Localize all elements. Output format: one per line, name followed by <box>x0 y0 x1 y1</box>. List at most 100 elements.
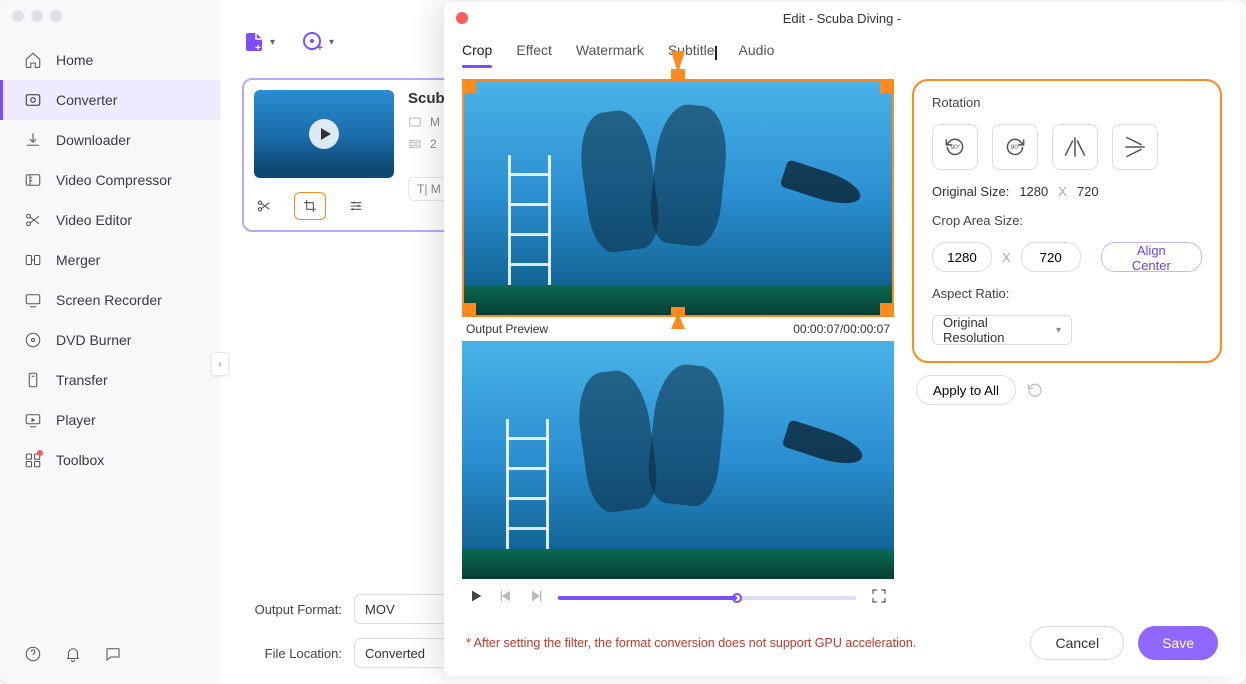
next-frame-button[interactable] <box>528 588 544 607</box>
add-disc-button[interactable]: + ▾ <box>301 30 334 54</box>
play-button[interactable] <box>468 588 484 607</box>
sidebar-item-toolbox[interactable]: Toolbox <box>0 440 220 480</box>
modal-header: Edit - Scuba Diving - <box>444 2 1240 34</box>
crop-arrow-bottom-icon <box>671 313 685 329</box>
sidebar-item-label: Merger <box>56 252 100 268</box>
sidebar-item-merger[interactable]: Merger <box>0 240 220 280</box>
sidebar-item-converter[interactable]: Converter <box>0 80 220 120</box>
help-icon[interactable] <box>24 645 42 666</box>
sidebar-item-dvd[interactable]: DVD Burner <box>0 320 220 360</box>
sidebar-item-label: Converter <box>56 92 117 108</box>
sidebar-item-label: Player <box>56 412 96 428</box>
file-thumbnail[interactable] <box>254 90 394 178</box>
sidebar: Home Converter Downloader Video Compress… <box>0 0 220 684</box>
download-icon <box>24 131 42 149</box>
chevron-down-icon: ▾ <box>1056 325 1061 336</box>
flip-vertical-button[interactable] <box>1112 124 1158 170</box>
cancel-button[interactable]: Cancel <box>1030 626 1124 660</box>
modal-title: Edit - Scuba Diving - <box>783 11 902 26</box>
recorder-icon <box>24 291 42 309</box>
traffic-light-max[interactable] <box>50 10 62 22</box>
chat-icon[interactable] <box>104 645 122 666</box>
apply-to-all-button[interactable]: Apply to All <box>916 375 1016 405</box>
chevron-down-icon: ▾ <box>329 37 334 48</box>
tab-crop[interactable]: Crop <box>462 38 492 68</box>
output-format-label: Output Format: <box>242 602 342 617</box>
crop-handle-br[interactable] <box>880 303 894 317</box>
original-size-label: Original Size: <box>932 184 1009 199</box>
tab-audio[interactable]: Audio <box>739 38 775 68</box>
modal-tabs: Crop Effect Watermark Subtitle Audio <box>444 34 1240 69</box>
sidebar-item-player[interactable]: Player <box>0 400 220 440</box>
flip-horizontal-button[interactable] <box>1052 124 1098 170</box>
svg-text:90°: 90° <box>1011 143 1021 151</box>
add-file-button[interactable]: + ▾ <box>242 30 275 54</box>
bell-icon[interactable] <box>64 645 82 666</box>
sidebar-item-downloader[interactable]: Downloader <box>0 120 220 160</box>
card-tools <box>254 192 394 220</box>
gpu-warning: * After setting the filter, the format c… <box>466 636 916 650</box>
edit-modal: Edit - Scuba Diving - Crop Effect Waterm… <box>444 2 1240 676</box>
sidebar-footer-icons <box>0 645 220 684</box>
crop-handle-bl[interactable] <box>462 303 476 317</box>
sidebar-item-label: Video Compressor <box>56 172 172 188</box>
scissors-icon <box>24 211 42 229</box>
modal-footer: * After setting the filter, the format c… <box>444 620 1240 676</box>
traffic-light-close[interactable] <box>12 10 24 22</box>
align-center-button[interactable]: Align Center <box>1101 242 1202 272</box>
home-icon <box>24 51 42 69</box>
sidebar-item-home[interactable]: Home <box>0 40 220 80</box>
output-preview-label: Output Preview <box>466 322 548 336</box>
merge-icon <box>24 251 42 269</box>
sidebar-item-label: DVD Burner <box>56 332 131 348</box>
crop-handle-tl[interactable] <box>462 79 476 93</box>
crop-tool[interactable] <box>294 192 326 220</box>
reset-icon[interactable] <box>1026 381 1044 399</box>
file-location-label: File Location: <box>242 646 342 661</box>
progress-knob[interactable] <box>732 593 742 603</box>
adjust-tool[interactable] <box>340 192 372 220</box>
fullscreen-button[interactable] <box>870 587 888 608</box>
svg-text:+: + <box>317 43 323 54</box>
prev-frame-button[interactable] <box>498 588 514 607</box>
progress-bar[interactable] <box>558 596 856 600</box>
sidebar-item-label: Video Editor <box>56 212 132 228</box>
traffic-light-min[interactable] <box>31 10 43 22</box>
toolbox-icon <box>24 451 42 469</box>
svg-text:90°: 90° <box>951 143 961 151</box>
original-height: 720 <box>1077 184 1099 199</box>
original-width: 1280 <box>1019 184 1048 199</box>
tab-watermark[interactable]: Watermark <box>576 38 644 68</box>
cut-tool[interactable] <box>248 192 280 220</box>
compress-icon <box>24 171 42 189</box>
sidebar-item-label: Downloader <box>56 132 131 148</box>
close-icon[interactable] <box>456 12 468 24</box>
window-controls <box>12 10 62 22</box>
sidebar-item-label: Home <box>56 52 93 68</box>
crop-size-label: Crop Area Size: <box>932 213 1202 228</box>
crop-preview[interactable] <box>462 79 894 317</box>
sidebar-item-compressor[interactable]: Video Compressor <box>0 160 220 200</box>
converter-icon <box>24 91 42 109</box>
crop-width-input[interactable] <box>932 242 992 272</box>
x-separator: X <box>1002 250 1011 265</box>
sidebar-item-editor[interactable]: Video Editor <box>0 200 220 240</box>
save-button[interactable]: Save <box>1138 626 1218 660</box>
preview-time: 00:00:07/00:00:07 <box>793 322 890 336</box>
sidebar-item-recorder[interactable]: Screen Recorder <box>0 280 220 320</box>
crop-height-input[interactable] <box>1021 242 1081 272</box>
settings-column: Rotation 90° 90° Original Size: 1280 X 7… <box>912 79 1222 614</box>
tab-effect[interactable]: Effect <box>516 38 552 68</box>
crop-handle-tr[interactable] <box>880 79 894 93</box>
rotate-ccw-button[interactable]: 90° <box>932 124 978 170</box>
sidebar-item-transfer[interactable]: Transfer <box>0 360 220 400</box>
svg-text:+: + <box>255 43 261 54</box>
rotation-label: Rotation <box>932 95 1202 110</box>
dvd-icon <box>24 331 42 349</box>
aspect-ratio-select[interactable]: Original Resolution ▾ <box>932 315 1072 345</box>
sidebar-item-label: Screen Recorder <box>56 292 162 308</box>
sidebar-item-label: Toolbox <box>56 452 104 468</box>
rotate-cw-button[interactable]: 90° <box>992 124 1038 170</box>
preview-column: Output Preview 00:00:07/00:00:07 <box>462 79 894 614</box>
chevron-down-icon: ▾ <box>270 37 275 48</box>
